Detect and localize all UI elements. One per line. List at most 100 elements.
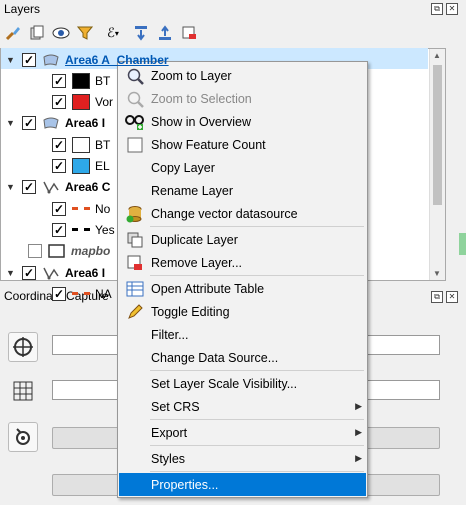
remove-layer-icon[interactable] [180,24,198,42]
eye-icon[interactable] [52,24,70,42]
float-icon[interactable]: ⧉ [431,291,443,303]
menu-item-duplicate-layer[interactable]: Duplicate Layer [119,228,366,251]
menu-item-label: Zoom to Layer [151,68,232,83]
menu-item-icon-placeholder [123,158,147,178]
menu-item-rename-layer[interactable]: Rename Layer [119,179,366,202]
menu-item-filter[interactable]: Filter... [119,323,366,346]
legend-label: No [95,201,111,216]
legend-row[interactable]: ✓ EL [52,156,110,177]
legend-label: BT [95,137,111,152]
menu-separator [150,419,364,420]
grid-icon[interactable] [8,376,38,406]
menu-item-show-in-overview[interactable]: Show in Overview [119,110,366,133]
layer-name: Area6 I [65,116,106,131]
menu-item-change-vector-datasource[interactable]: Change vector datasource [119,202,366,225]
fill-symbol-swatch [72,72,90,89]
expander-icon[interactable]: ▼ [6,182,16,192]
menu-item-icon-placeholder [123,397,147,417]
menu-item-remove-layer[interactable]: Remove Layer... [119,251,366,274]
menu-item-zoom-to-selection[interactable]: Zoom to Selection [119,87,366,110]
legend-row[interactable]: ✓ Vor [52,92,113,113]
visibility-checkbox[interactable]: ✓ [22,265,36,280]
visibility-checkbox[interactable] [28,244,42,259]
collapse-all-icon[interactable] [156,24,174,42]
menu-item-label: Zoom to Selection [151,91,252,106]
menu-item-label: Copy Layer [151,160,215,175]
visibility-checkbox[interactable]: ✓ [52,159,66,173]
layers-toolbar: ℰ ▾ [4,21,198,45]
expander-icon[interactable]: ▼ [6,118,16,128]
fill-symbol-swatch [72,136,90,153]
legend-row[interactable]: ✓ BT [52,70,110,91]
vector-layer-icon [42,266,60,280]
line-symbol-swatch [72,292,90,296]
visibility-checkbox[interactable]: ✓ [22,180,36,195]
qgis-window: Layers ⧉ ✕ ℰ ▾ ▲ ▼ Coordinate Capture ⧉ ✕ [0,0,466,505]
legend-row[interactable]: ✓ NA [52,283,112,304]
menu-item-toggle-editing[interactable]: Toggle Editing [119,300,366,323]
expression-filter-icon[interactable]: ℰ ▾ [100,24,126,42]
layer-row[interactable]: ▼ ✓ Area6 A_Chamber [6,49,169,70]
menu-item-label: Show in Overview [151,114,252,129]
legend-row[interactable]: ✓ BT [52,134,110,155]
legend-row[interactable]: ✓ No [52,198,110,219]
visibility-checkbox[interactable]: ✓ [22,116,36,131]
menu-item-copy-layer[interactable]: Copy Layer [119,156,366,179]
menu-item-open-attribute-table[interactable]: Open Attribute Table [119,277,366,300]
expand-all-icon[interactable] [132,24,150,42]
layer-row[interactable]: ▼ ✓ Area6 I [6,113,105,134]
layer-tree-scrollbar[interactable]: ▲ ▼ [429,49,445,280]
filter-icon[interactable] [76,24,94,42]
submenu-arrow-icon: ▶ [355,427,362,437]
submenu-arrow-icon: ▶ [355,453,362,463]
visibility-checkbox[interactable]: ✓ [52,286,66,301]
visibility-checkbox[interactable]: ✓ [52,222,66,237]
menu-item-styles[interactable]: Styles ▶ [119,447,366,470]
visibility-checkbox[interactable]: ✓ [22,52,36,67]
capture-icon[interactable] [8,422,38,452]
menu-item-export[interactable]: Export ▶ [119,421,366,444]
menu-item-show-feature-count[interactable]: Show Feature Count [119,133,366,156]
scroll-up-icon[interactable]: ▲ [433,51,441,60]
visibility-checkbox[interactable]: ✓ [52,73,66,88]
menu-item-label: Filter... [151,327,189,342]
menu-item-label: Styles [151,451,186,466]
menu-item-label: Set CRS [151,399,200,414]
menu-item-label: Rename Layer [151,183,233,198]
coordinate-dock-controls: ⧉ ✕ [431,291,458,303]
layer-row[interactable]: ▼ ✓ Area6 C [6,177,110,198]
menu-item-set-crs[interactable]: Set CRS ▶ [119,395,366,418]
paintbrush-icon[interactable] [4,24,22,42]
remove-icon [123,253,147,273]
menu-item-icon-placeholder [123,325,147,345]
scroll-thumb[interactable] [433,65,442,205]
layer-row[interactable]: ▼ ✓ Area6 I [6,262,105,283]
crosshair-crs-button[interactable] [8,332,38,362]
menu-separator [150,275,364,276]
menu-item-set-layer-scale-visibility[interactable]: Set Layer Scale Visibility... [119,372,366,395]
fill-symbol-swatch [72,94,90,111]
visibility-checkbox[interactable]: ✓ [52,95,66,110]
submenu-arrow-icon: ▶ [355,401,362,411]
close-icon[interactable]: ✕ [446,291,458,303]
menu-separator [150,471,364,472]
legend-label: Vor [95,95,114,110]
menu-item-label: Remove Layer... [151,255,243,270]
layer-row[interactable]: mapbo [6,241,110,262]
legend-label: Yes [95,222,115,237]
close-icon[interactable]: ✕ [446,3,458,15]
datasource-icon [123,204,147,224]
menu-item-properties[interactable]: Properties... [119,473,366,496]
visibility-checkbox[interactable]: ✓ [52,201,66,216]
map-canvas-edge [459,233,466,255]
expander-icon[interactable]: ▼ [6,55,16,65]
layers-panel-title: Layers [4,2,41,16]
expander-icon[interactable]: ▼ [6,268,16,278]
add-group-icon[interactable] [28,24,46,42]
scroll-down-icon[interactable]: ▼ [433,269,441,278]
fill-symbol-swatch [72,158,90,174]
float-icon[interactable]: ⧉ [431,3,443,15]
legend-row[interactable]: ✓ Yes [52,219,115,240]
visibility-checkbox[interactable]: ✓ [52,137,66,152]
menu-item-change-data-source[interactable]: Change Data Source... [119,346,366,369]
